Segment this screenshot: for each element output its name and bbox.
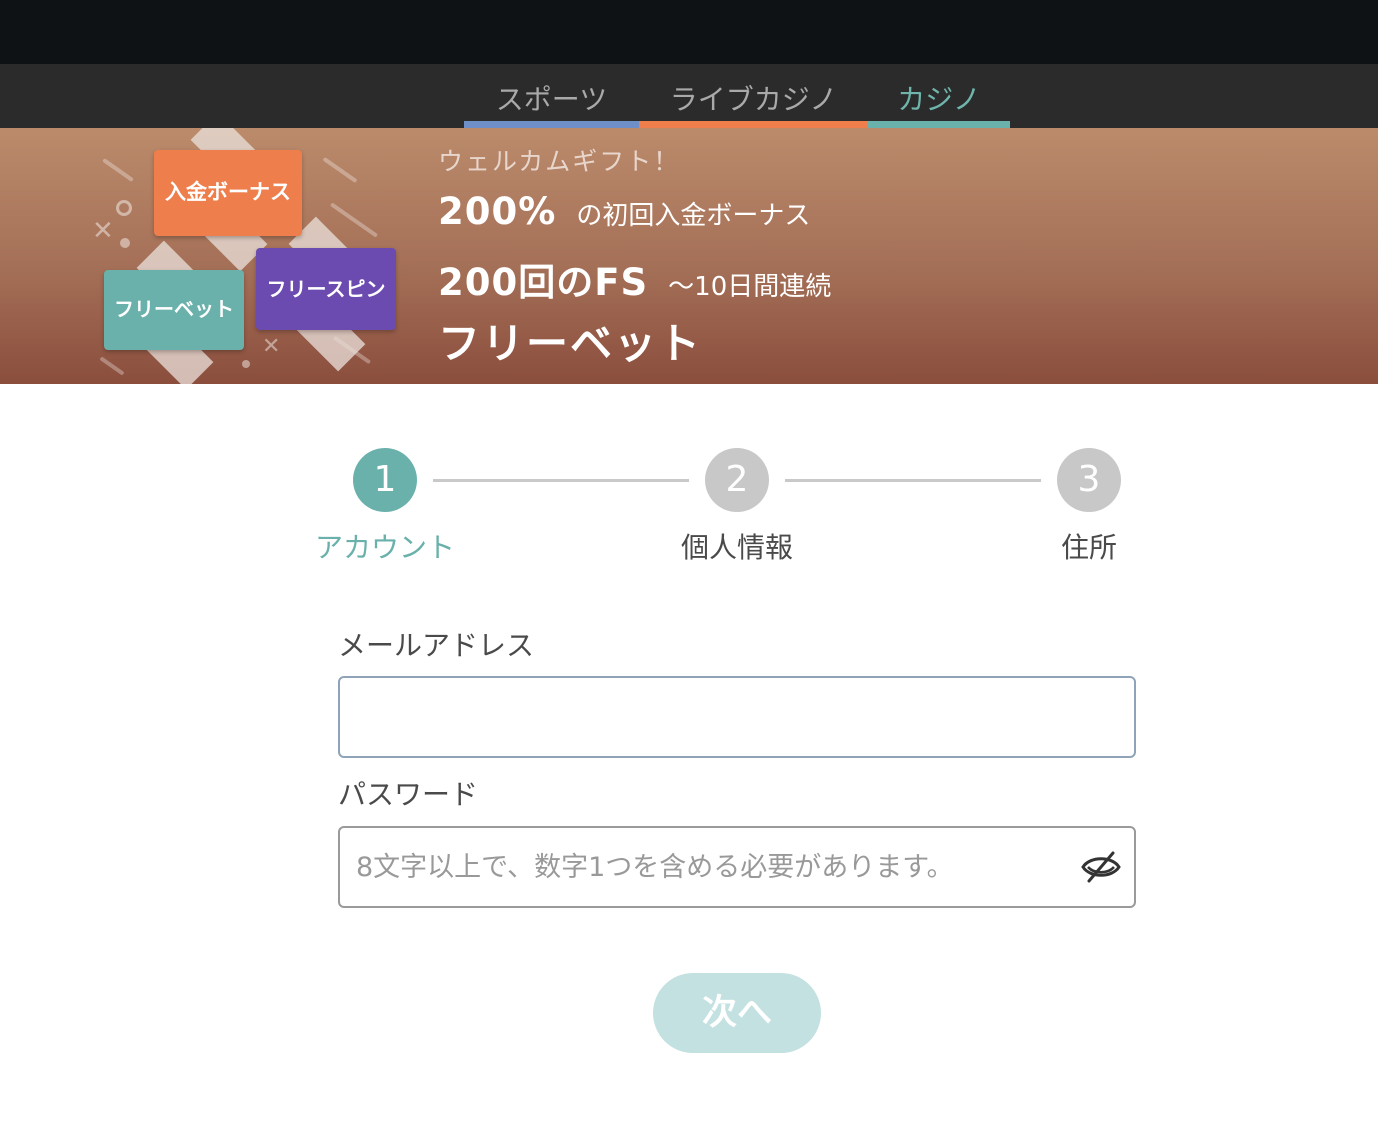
step-connector [433,479,689,482]
step-3-label: 住所 [1060,531,1117,564]
cross-icon: ✕ [262,334,281,359]
decoration [329,202,379,238]
step-3-circle: 3 [1057,448,1121,512]
free-bet-card: フリーベット [104,270,244,350]
dot-icon [242,360,250,368]
tab-sports-underline [464,121,639,128]
dot-icon [120,238,130,248]
decoration [322,156,358,184]
tab-casino[interactable]: カジノ [868,64,1010,128]
decoration [99,356,125,376]
next-button[interactable]: 次へ [653,973,821,1053]
decoration [102,158,134,182]
promo-illustration: ✕ ✕ 入金ボーナス フリーベット フリースピン [90,128,410,384]
free-bet-line: フリーベット [438,319,703,368]
tab-live-casino[interactable]: ライブカジノ [639,64,868,128]
deposit-bonus-card: 入金ボーナス [154,150,302,236]
deposit-bonus-line: 200% の初回入金ボーナス [438,190,810,233]
tab-live-casino-label: ライブカジノ [669,83,838,116]
tab-sports-label: スポーツ [495,83,608,116]
step-2-circle: 2 [705,448,769,512]
tab-casino-underline [868,121,1010,128]
free-spins-duration: 〜10日間連続 [668,272,832,302]
registration-stepper: 1 2 3 アカウント 個人情報 住所 [0,448,1378,568]
email-label: メールアドレス [338,629,535,662]
welcome-heading: ウェルカムギフト！ [438,147,681,176]
bonus-description: の初回入金ボーナス [576,201,811,231]
tab-sports[interactable]: スポーツ [464,64,639,128]
password-label: パスワード [338,778,479,811]
free-spins-count: 200回のFS [438,261,649,304]
category-nav: スポーツ ライブカジノ カジノ [0,64,1378,128]
step-1-label: アカウント [314,531,455,564]
email-field[interactable] [338,676,1136,758]
eye-slash-icon[interactable] [1080,848,1122,886]
step-connector [785,479,1041,482]
tab-casino-label: カジノ [897,83,981,116]
promo-text: ウェルカムギフト！ 200% の初回入金ボーナス 200回のFS 〜10日間連続 フ… [438,128,1138,384]
tab-live-casino-underline [639,121,868,128]
step-1-circle: 1 [353,448,417,512]
step-2-label: 個人情報 [680,531,793,564]
free-spin-card: フリースピン [256,248,396,330]
free-spins-line: 200回のFS 〜10日間連続 [438,252,831,306]
welcome-banner: ✕ ✕ 入金ボーナス フリーベット フリースピン ウェルカムギフト！ 200% の… [0,128,1378,384]
password-field[interactable] [338,826,1136,908]
bonus-percent: 200% [438,190,557,233]
top-bar [0,0,1378,64]
circle-icon [116,200,132,216]
cross-icon: ✕ [92,216,114,246]
